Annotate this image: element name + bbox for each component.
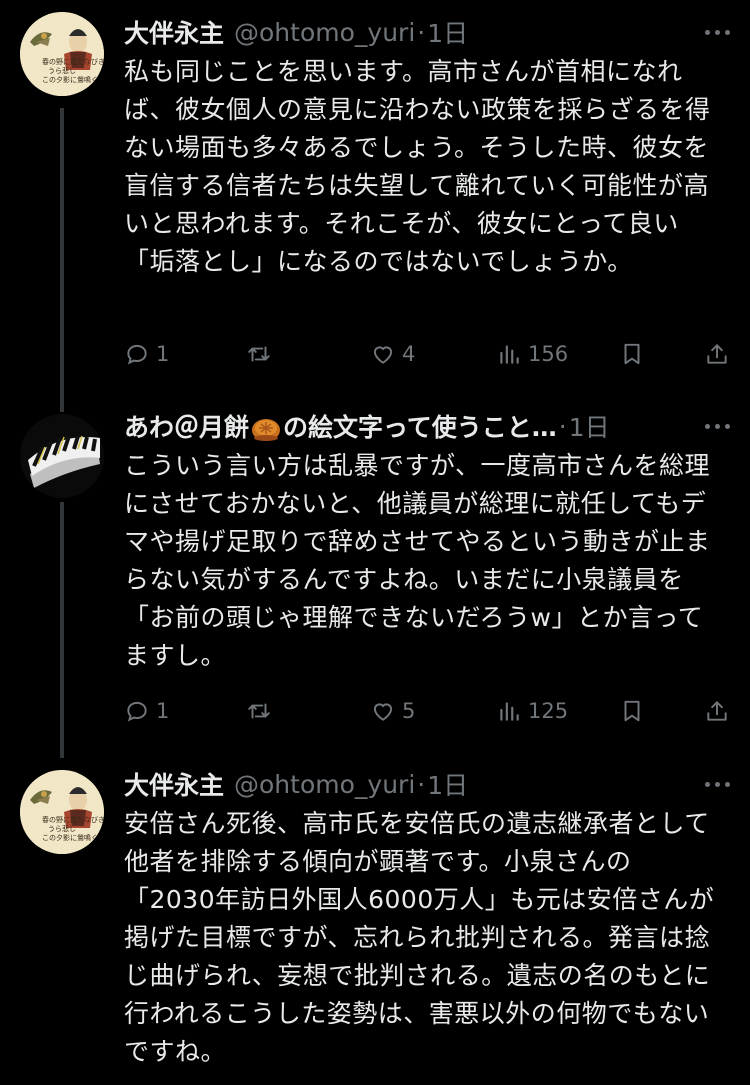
like-count: 4: [402, 342, 416, 366]
timestamp[interactable]: 1日: [427, 766, 468, 802]
heart-icon: [373, 346, 393, 364]
views-count: 156: [528, 342, 569, 366]
svg-text:この夕影に鶯鳴くも: この夕影に鶯鳴くも: [42, 75, 104, 84]
action-bar: 1 4 156: [124, 334, 734, 374]
tweet-text: 安倍さん死後、高市氏を安倍氏の遺志継承者として他者を排除する傾向が顕著です。小泉…: [124, 809, 715, 1066]
views-icon: [500, 702, 519, 721]
retweet-button[interactable]: [246, 698, 272, 724]
display-name-suffix: の絵文字って使うこと…: [283, 413, 557, 442]
bookmark-icon: [624, 700, 640, 722]
thread-connector: [60, 108, 64, 400]
like-count: 5: [402, 699, 416, 723]
reply-icon: [127, 344, 147, 365]
views-button[interactable]: 156: [496, 341, 568, 367]
action-bar: 1 5 125: [124, 691, 734, 731]
display-name[interactable]: 大伴永主: [124, 14, 224, 50]
bookmark-button[interactable]: [619, 698, 645, 724]
views-count: 125: [528, 699, 569, 723]
reply-button[interactable]: 1: [124, 341, 169, 367]
separator-dot: ·: [417, 17, 426, 47]
reply-button[interactable]: 1: [124, 698, 169, 724]
user-handle[interactable]: @ohtomo_yuri: [234, 18, 415, 47]
like-button[interactable]: 5: [370, 698, 415, 724]
poet-portrait-avatar[interactable]: 春の野に霞たなびき うら悲し この夕影に鶯鳴くも: [20, 770, 104, 854]
tweet-header: 大伴永主 @ohtomo_yuri · 1日: [124, 766, 730, 802]
tweet-3[interactable]: 春の野に霞たなびき うら悲し この夕影に鶯鳴くも 大伴永主 @ohtomo_yu…: [0, 758, 750, 1085]
heart-icon: [373, 703, 393, 721]
poet-portrait-avatar[interactable]: 春の野に霞たなびき うら悲し この夕影に鶯鳴くも: [20, 12, 104, 96]
share-icon: [707, 701, 727, 721]
tweet-2[interactable]: あわ＠月餅 の絵文字って使うこと… · 1日 こういう言い方は乱暴ですが、一度高市…: [0, 400, 750, 758]
tweet-header: あわ＠月餅 の絵文字って使うこと… · 1日: [124, 408, 730, 444]
more-icon[interactable]: [705, 14, 730, 50]
more-icon[interactable]: [705, 766, 730, 802]
views-button[interactable]: 125: [496, 698, 568, 724]
mooncake-emoji: [252, 419, 281, 441]
svg-text:うら悲し: うら悲し: [48, 66, 76, 75]
thread-connector-top: [60, 400, 64, 412]
caterpillar-avatar[interactable]: [20, 414, 104, 498]
thread-connector: [60, 502, 64, 758]
svg-text:春の野に霞たなびき: 春の野に霞たなびき: [42, 57, 104, 66]
like-button[interactable]: 4: [370, 341, 415, 367]
tweet-1[interactable]: 春の野に霞たなびき うら悲し この夕影に鶯鳴くも 大伴永主 @ohtomo_yu…: [0, 0, 750, 400]
retweet-icon: [248, 346, 270, 362]
share-icon: [707, 344, 727, 364]
retweet-icon: [248, 703, 270, 719]
display-name-prefix: あわ＠月餅: [124, 413, 250, 442]
timestamp[interactable]: 1日: [427, 14, 468, 50]
bookmark-button[interactable]: [619, 341, 645, 367]
reply-count: 1: [156, 342, 170, 366]
tweet-text: 私も同じことを思います。高市さんが首相になれば、彼女個人の意見に沿わない政策を採…: [124, 57, 711, 276]
separator-dot: ·: [417, 769, 426, 799]
tweet-text: こういう言い方は乱暴ですが、一度高市さんを総理にさせておかないと、他議員が総理に…: [124, 451, 711, 670]
svg-text:春の野に霞たなびき: 春の野に霞たなびき: [42, 815, 104, 824]
more-icon[interactable]: [705, 408, 730, 444]
svg-text:うら悲し: うら悲し: [48, 824, 76, 833]
share-button[interactable]: [704, 341, 730, 367]
separator-dot: ·: [558, 411, 567, 441]
share-button[interactable]: [704, 698, 730, 724]
reply-count: 1: [156, 699, 170, 723]
bookmark-icon: [624, 343, 640, 365]
reply-icon: [127, 701, 147, 722]
timestamp[interactable]: 1日: [569, 408, 610, 444]
views-icon: [500, 345, 519, 364]
display-name[interactable]: 大伴永主: [124, 766, 224, 802]
tweet-header: 大伴永主 @ohtomo_yuri · 1日: [124, 14, 730, 50]
retweet-button[interactable]: [246, 341, 272, 367]
user-handle[interactable]: @ohtomo_yuri: [234, 770, 415, 799]
svg-text:この夕影に鶯鳴くも: この夕影に鶯鳴くも: [42, 833, 104, 842]
display-name[interactable]: あわ＠月餅 の絵文字って使うこと…: [124, 408, 557, 444]
reply-thread: 春の野に霞たなびき うら悲し この夕影に鶯鳴くも 大伴永主 @ohtomo_yu…: [0, 0, 750, 1085]
